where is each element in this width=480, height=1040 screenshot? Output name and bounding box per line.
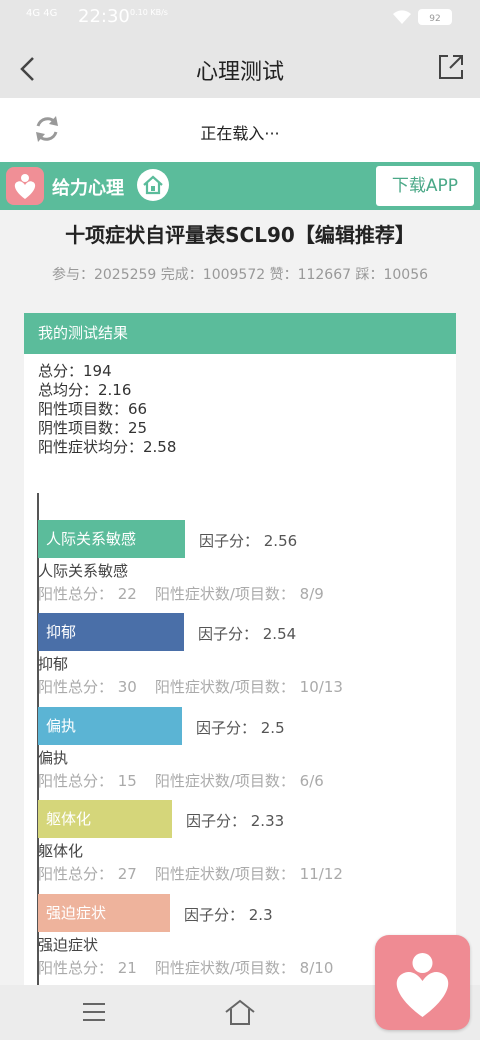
factor-bar: 人际关系敏感 [38, 520, 185, 558]
heart-person-logo[interactable] [375, 935, 470, 1030]
loading-text: 正在载入··· [200, 124, 280, 143]
factor-bar: 抑郁 [38, 613, 184, 651]
result-header: 我的测试结果 [24, 313, 456, 354]
factor-detail: 阳性总分： 30 阳性症状数/项目数： 10/13 [38, 678, 343, 696]
brand-bar: 给力心理 下载APP [0, 162, 480, 210]
factor-bar: 躯体化 [38, 800, 172, 838]
home-icon[interactable] [224, 998, 256, 1026]
factor-detail: 阳性总分： 21 阳性症状数/项目数： 8/10 [38, 959, 334, 977]
factor-score: 因子分： 2.5 [196, 719, 285, 737]
heart-person-logo [6, 167, 44, 205]
factor-score: 因子分： 2.54 [198, 625, 297, 643]
factor-name: 躯体化 [38, 842, 84, 860]
download-app-button[interactable]: 下载APP [376, 166, 474, 206]
home-icon[interactable] [137, 169, 169, 201]
positive-items-count: 阳性项目数：66 [38, 400, 148, 418]
wifi-icon [393, 10, 411, 24]
factor-score: 因子分： 2.33 [186, 812, 285, 830]
result-card: 我的测试结果 总分：194 总均分：2.16 阳性项目数：66 阴性项目数：25… [24, 313, 456, 1013]
factor-name: 强迫症状 [38, 936, 99, 954]
factor-item: 抑郁 因子分： 2.54 抑郁 阳性总分： 30 阳性症状数/项目数： 10/13 [38, 613, 361, 697]
status-bar: 4G 4G 22:30 0.10 KB/s 92 [0, 0, 480, 40]
factor-bar: 偏执 [38, 707, 182, 745]
result-summary: 总分：194 总均分：2.16 阳性项目数：66 阴性项目数：25 阳性症状均分… [24, 354, 456, 457]
factor-name: 抑郁 [38, 655, 69, 673]
status-time: 22:30 [78, 6, 130, 27]
factor-score: 因子分： 2.3 [184, 906, 273, 924]
page-title: 心理测试 [195, 60, 284, 85]
brand-name: 给力心理 [52, 178, 124, 199]
factor-detail: 阳性总分： 22 阳性症状数/项目数： 8/9 [38, 585, 324, 603]
factor-detail: 阳性总分： 27 阳性症状数/项目数： 11/12 [38, 865, 343, 883]
network-speed: 0.10 KB/s [130, 8, 168, 17]
nav-bar: 心理测试 [0, 40, 480, 98]
positive-symptom-average: 阳性症状均分：2.58 [38, 438, 177, 456]
factor-item: 人际关系敏感 因子分： 2.56 人际关系敏感 阳性总分： 22 阳性症状数/项目… [38, 520, 342, 604]
loading-row: 正在载入··· [0, 98, 480, 162]
factor-bar: 强迫症状 [38, 894, 170, 932]
battery-indicator: 92 [418, 9, 452, 25]
average-score: 总均分：2.16 [38, 381, 132, 399]
test-title: 十项症状自评量表SCL90【编辑推荐】 [65, 223, 415, 247]
menu-icon[interactable] [82, 1002, 106, 1022]
negative-items-count: 阴性项目数：25 [38, 419, 148, 437]
factor-item: 躯体化 因子分： 2.33 躯体化 阳性总分： 27 阳性症状数/项目数： 11/… [38, 800, 361, 884]
share-icon[interactable] [436, 52, 466, 82]
factor-score: 因子分： 2.56 [199, 532, 298, 550]
factor-item: 偏执 因子分： 2.5 偏执 阳性总分： 15 阳性症状数/项目数： 6/6 [38, 707, 342, 791]
network-indicator: 4G 4G [26, 8, 58, 19]
factor-name: 人际关系敏感 [38, 562, 129, 580]
factor-name: 偏执 [38, 749, 69, 767]
factor-detail: 阳性总分： 15 阳性症状数/项目数： 6/6 [38, 772, 324, 790]
test-stats: 参与：2025259 完成：1009572 赞：112667 踩：10056 [51, 267, 429, 283]
factor-item: 强迫症状 因子分： 2.3 强迫症状 阳性总分： 21 阳性症状数/项目数： 8/… [38, 894, 351, 978]
total-score: 总分：194 [38, 362, 112, 380]
